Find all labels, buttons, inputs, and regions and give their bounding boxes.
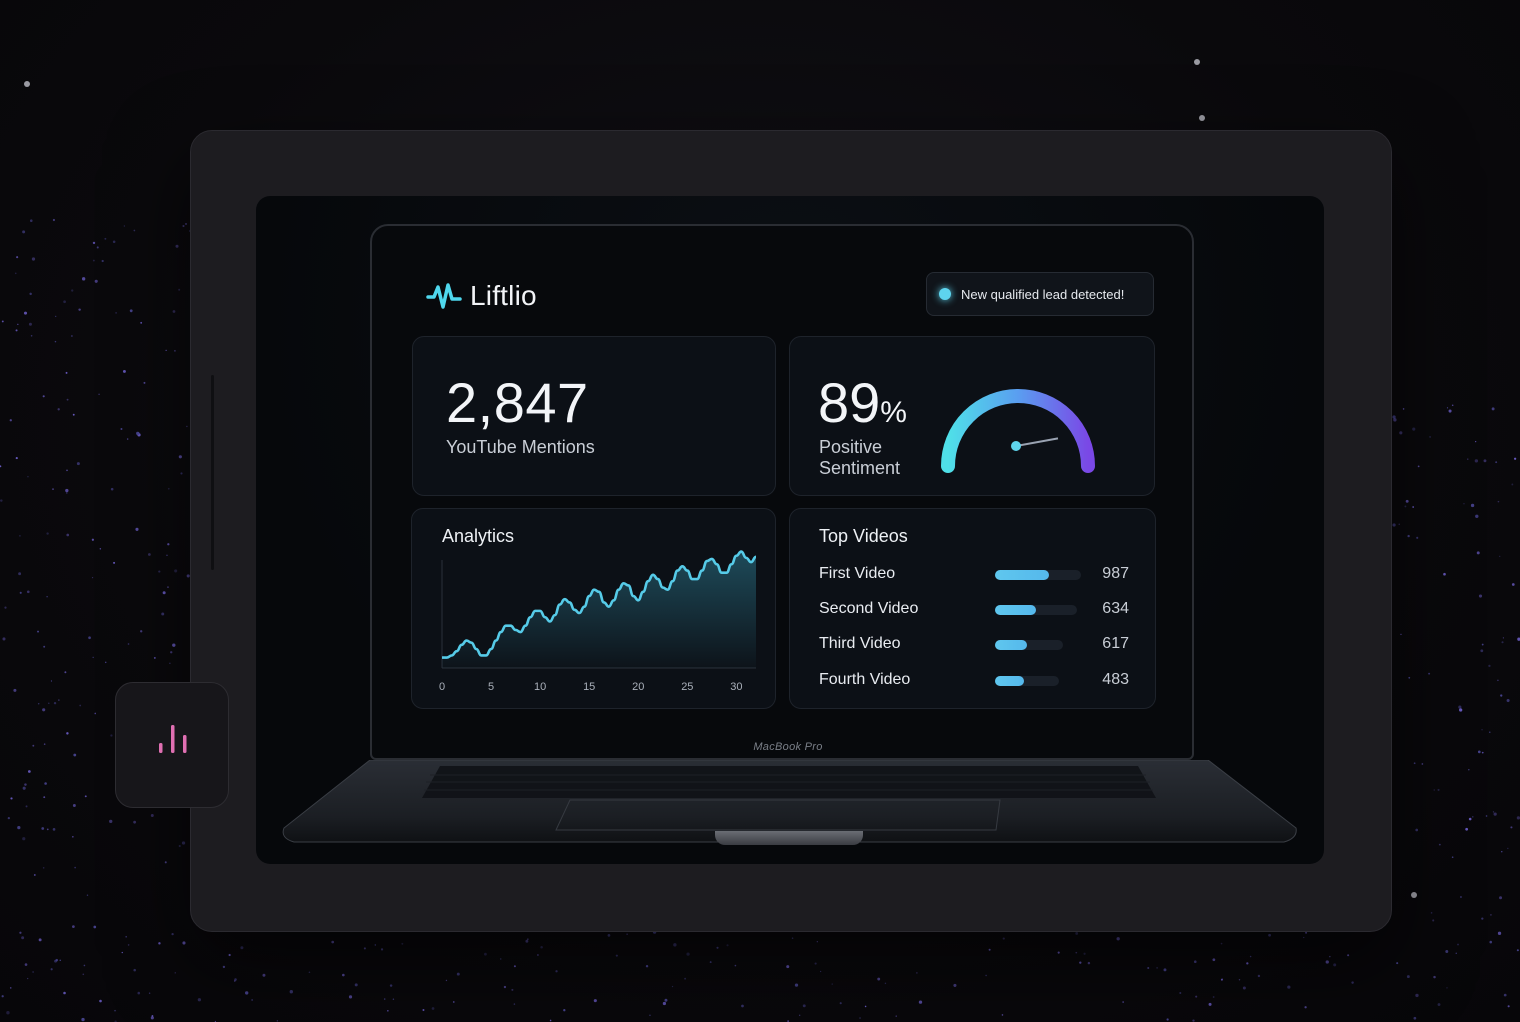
video-progress-fill [995,640,1027,650]
video-progress-track [995,570,1081,580]
gauge-needle [1015,437,1059,447]
analytics-line-chart: 0 5 10 15 20 25 30 [439,550,757,693]
x-tick-label: 30 [730,681,742,693]
video-row[interactable]: Third Video 617 [819,635,1129,655]
video-name: Third Video [819,635,901,652]
video-value: 617 [1102,635,1129,652]
waveform-icon [426,283,462,309]
sentiment-gauge [941,389,1095,473]
video-value: 483 [1102,671,1129,688]
notification-text: New qualified lead detected! [961,286,1125,302]
side-app-button[interactable] [115,682,229,808]
sentiment-number: 89 [818,371,881,434]
lead-notification[interactable]: New qualified lead detected! [926,272,1154,316]
gauge-pivot [1011,441,1021,451]
brand-name: Liftlio [470,280,537,311]
laptop-hinge [715,831,863,845]
sentiment-label: Positive Sentiment [819,437,901,478]
x-tick-label: 25 [681,681,693,693]
video-name: Fourth Video [819,671,911,688]
video-row[interactable]: First Video 987 [819,565,1129,585]
mentions-value: 2,847 [446,371,589,434]
video-name: Second Video [819,600,919,617]
video-row[interactable]: Second Video 634 [819,600,1129,620]
x-tick-label: 5 [488,681,494,693]
video-value: 634 [1102,600,1129,617]
analytics-title: Analytics [442,526,515,546]
x-tick-label: 20 [632,681,644,693]
video-progress-fill [995,676,1025,686]
laptop-model-label: MacBook Pro [753,741,823,753]
x-tick-label: 10 [534,681,546,693]
sentiment-value: 89% [818,370,907,435]
frame-handle [211,375,214,570]
video-progress-track [995,605,1077,615]
bar-chart-icon [159,725,187,753]
x-tick-label: 0 [439,681,445,693]
mentions-label: YouTube Mentions [446,437,595,457]
video-value: 987 [1102,565,1129,582]
background-stage: MacBook Pro Liftlio New qualified lead d… [0,0,1520,1022]
video-row[interactable]: Fourth Video 483 [819,671,1129,691]
top-videos-title: Top Videos [819,526,908,546]
brand-logo[interactable]: Liftlio [426,280,537,312]
video-progress-track [995,640,1063,650]
video-name: First Video [819,565,896,582]
x-tick-label: 15 [583,681,595,693]
video-progress-fill [995,605,1036,615]
sentiment-unit: % [880,396,907,429]
video-progress-track [995,676,1059,686]
video-progress-fill [995,570,1050,580]
status-dot-icon [939,288,951,300]
